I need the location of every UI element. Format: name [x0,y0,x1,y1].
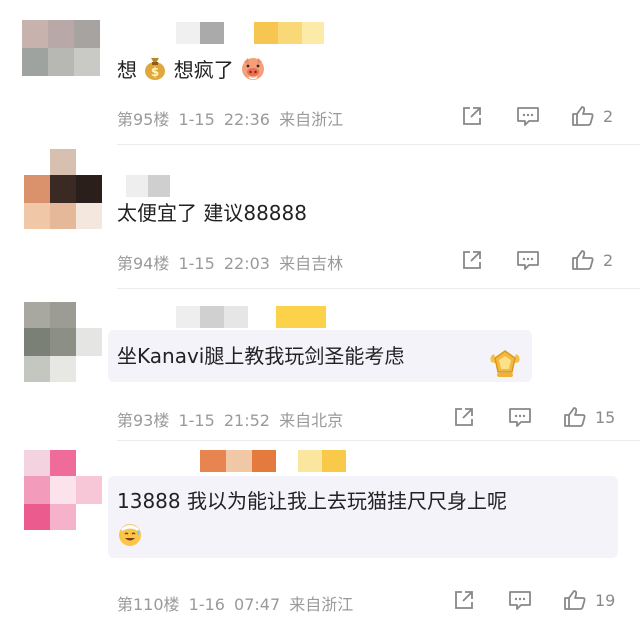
comment-meta: 第93楼 1-15 21:52 来自北京 [117,407,343,431]
comment-time: 07:47 [234,595,281,614]
comment-date: 1-15 [178,110,215,129]
username-blurred[interactable] [148,22,328,44]
share-icon [455,408,473,426]
share-button[interactable] [453,589,475,611]
comment-meta: 第94楼 1-15 22:03 来自吉林 [117,250,343,274]
share-button[interactable] [461,105,483,127]
comment-item: 坐Kanavi腿上教我玩剑圣能考虑 第93楼 1-15 21:52 来自北京 1… [0,290,640,441]
comment-icon [517,107,539,126]
divider [117,288,640,289]
comment-text: 想 $ 想疯了 [117,55,266,88]
comment-text-part: 坐Kanavi腿上教我玩剑圣能考虑 [117,344,405,368]
share-button[interactable] [461,249,483,271]
comment-location: 来自浙江 [279,110,344,129]
comment-icon [509,591,531,610]
comment-location: 来自北京 [279,411,344,430]
username-blurred[interactable] [200,450,350,472]
like-button[interactable]: 15 [563,405,615,429]
share-button[interactable] [453,406,475,428]
floor-number: 第95楼 [117,110,170,129]
like-button[interactable]: 2 [571,248,613,272]
comment-meta: 第110楼 1-16 07:47 来自浙江 [117,591,353,615]
reply-button[interactable] [508,589,532,611]
svg-text:$: $ [151,65,159,79]
thumbs-up-icon [564,590,586,610]
comment-icon [509,408,531,427]
avatar[interactable] [22,20,100,76]
thumbs-up-icon [564,407,586,427]
like-count: 15 [595,407,616,427]
like-count: 2 [603,250,614,270]
comment-text-part: 13888 我以为能让我上去玩猫挂尺尺身上呢 [117,489,507,513]
comment-date: 1-16 [188,595,225,614]
username-blurred[interactable] [122,175,182,197]
comment-text-part: 想 [117,58,137,82]
comment-date: 1-15 [178,254,215,273]
floor-number: 第110楼 [117,595,180,614]
sweat-smile-emoji [116,520,144,552]
reply-button[interactable] [516,105,540,127]
comment-item: 太便宜了 建议88888 第94楼 1-15 22:03 来自吉林 2 [0,145,640,290]
avatar[interactable] [24,302,102,382]
comment-location: 来自浙江 [289,595,354,614]
comment-icon [517,251,539,270]
username-blurred[interactable] [176,306,326,328]
pig-face-emoji [240,55,266,88]
comment-text: 13888 我以为能让我上去玩猫挂尺尺身上呢 [117,487,507,515]
like-count: 2 [603,106,614,126]
comment-text-part: 想疯了 [173,58,234,82]
comment-time: 21:52 [223,411,270,430]
like-button[interactable]: 19 [563,588,615,612]
like-button[interactable]: 2 [571,104,613,128]
money-bag-emoji: $ [143,55,167,88]
comment-time: 22:03 [223,254,270,273]
comment-meta: 第95楼 1-15 22:36 来自浙江 [117,106,343,130]
floor-number: 第93楼 [117,411,170,430]
comment-text-part: 太便宜了 建议88888 [117,201,307,225]
thumbs-up-icon [572,250,594,270]
avatar[interactable] [24,149,102,229]
thumbs-up-icon [572,106,594,126]
share-icon [463,251,481,269]
comment-item: 想 $ 想疯了 第95楼 1-15 22:36 来自浙江 2 [0,0,640,145]
comment-time: 22:36 [223,110,270,129]
floor-number: 第94楼 [117,254,170,273]
share-icon [463,107,481,125]
reply-button[interactable] [508,406,532,428]
avatar[interactable] [24,450,102,530]
comment-location: 来自吉林 [279,254,344,273]
comment-text: 太便宜了 建议88888 [117,199,307,227]
reply-button[interactable] [516,249,540,271]
like-count: 19 [595,590,616,610]
share-icon [455,591,473,609]
comment-item: 13888 我以为能让我上去玩猫挂尺尺身上呢 第110楼 1-16 07:47 … [0,440,640,617]
gold-badge-icon [488,348,522,384]
comment-text: 坐Kanavi腿上教我玩剑圣能考虑 [117,342,404,370]
comment-date: 1-15 [178,411,215,430]
